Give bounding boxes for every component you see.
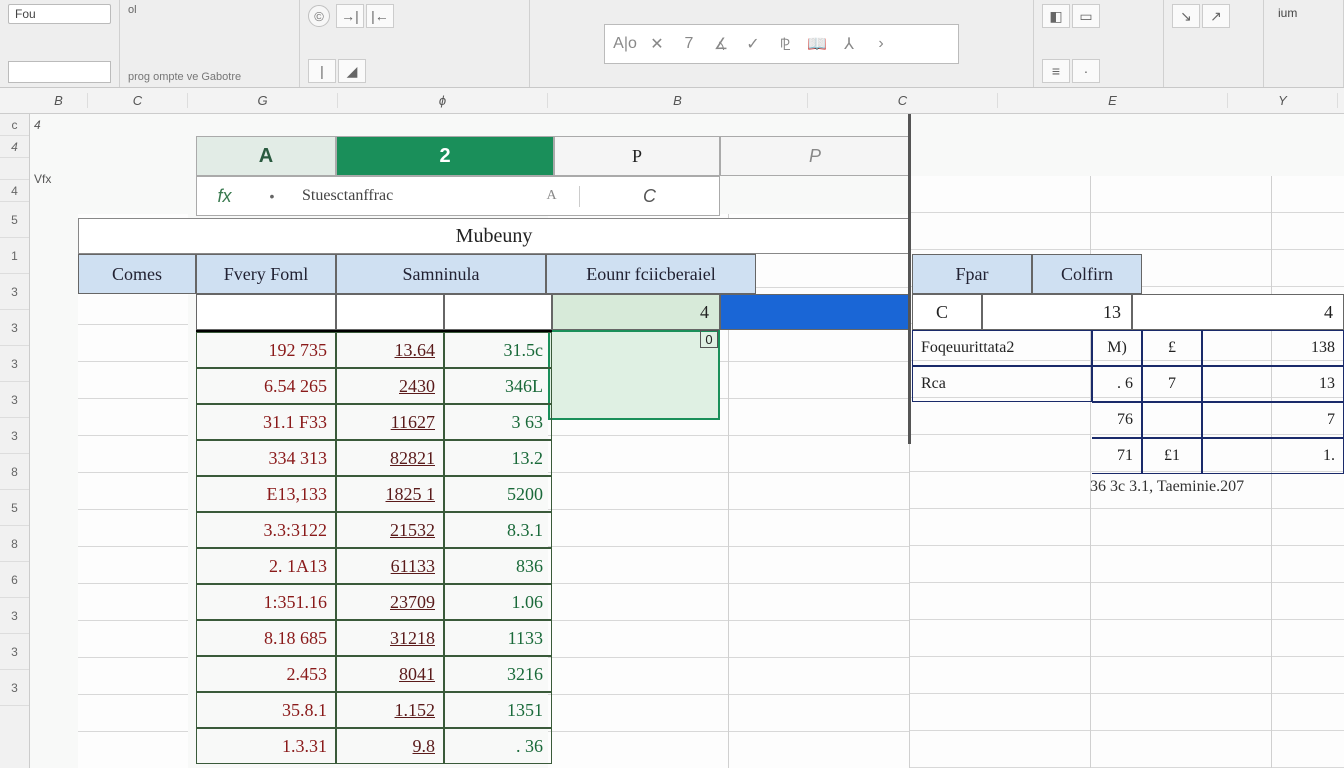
- row-selected-right[interactable]: C 13 4: [912, 294, 1344, 330]
- book-icon[interactable]: 📖: [807, 34, 827, 54]
- lambda-icon[interactable]: ⅄: [839, 34, 859, 54]
- ribbon-tab[interactable]: Fou: [8, 4, 111, 24]
- seven-icon[interactable]: 7: [679, 34, 699, 54]
- arrow-icon[interactable]: ›: [871, 34, 891, 54]
- row-headers[interactable]: c 4 4 5 1 3 3 3 3 3 8 5 8 6 3 3 3: [0, 114, 30, 768]
- para-icon[interactable]: ⅊: [775, 34, 795, 54]
- clear-icon[interactable]: ✕: [647, 34, 667, 54]
- merged-title: Mubeuny: [78, 218, 910, 254]
- side-table[interactable]: Foqeuurittata2 M) £ 138 Rca . 6 7 13 76 …: [912, 330, 1344, 474]
- workspace: c 4 4 5 1 3 3 3 3 3 8 5 8 6 3 3 3 4 Vfx …: [0, 114, 1344, 768]
- ribbon-toolbox: A|o ✕ 7 ∡ ✓ ⅊ 📖 ⅄ ›: [604, 24, 959, 64]
- angle-icon[interactable]: ∡: [711, 34, 731, 54]
- ribbon-caption: prog ompte ve Gabotre: [128, 71, 291, 83]
- table-header-left: Comes Fvery Foml Samninula Eounr fciicbe…: [78, 254, 756, 294]
- grid-area-left[interactable]: [78, 214, 188, 768]
- ribbon-blank-input[interactable]: [8, 61, 111, 83]
- row-selected[interactable]: 4: [196, 294, 910, 330]
- sum-button[interactable]: ium: [1272, 4, 1335, 22]
- ribbon: Fou ol prog ompte ve Gabotre © →||← |◢ A…: [0, 0, 1344, 88]
- arrow-buttons[interactable]: ↘↗: [1172, 4, 1255, 28]
- misc-buttons-1[interactable]: ◧▭: [1042, 4, 1155, 28]
- check-icon[interactable]: ✓: [743, 34, 763, 54]
- mini-label-vfx: Vfx: [34, 172, 51, 186]
- formula-text[interactable]: Stuesctanffrac: [292, 187, 524, 205]
- column-headers[interactable]: B C G ϕ B C E Y: [0, 88, 1344, 114]
- side-note: 36 3c 3.1, Taeminie.207: [1090, 478, 1244, 496]
- column-header-p[interactable]: P: [554, 136, 720, 176]
- misc-buttons-2[interactable]: ≡·: [1042, 59, 1155, 83]
- active-column-header[interactable]: A 2: [196, 136, 554, 176]
- mini-label-1: 4: [34, 118, 41, 132]
- table-header-right: Fpar Colfirn: [912, 254, 1142, 294]
- range-highlight[interactable]: [548, 330, 720, 420]
- fx-icon[interactable]: fx: [197, 186, 252, 207]
- ribbon-ol-label: ol: [128, 4, 291, 16]
- indent-buttons[interactable]: |◢: [308, 59, 521, 84]
- cell-zero: 0: [700, 330, 718, 348]
- currency-icon[interactable]: ©: [308, 5, 330, 27]
- align-buttons[interactable]: →||←: [336, 4, 396, 28]
- sort-icon[interactable]: A|o: [615, 34, 635, 54]
- formula-bar[interactable]: fx • Stuesctanffrac A C: [196, 176, 720, 216]
- column-header-p2[interactable]: P: [720, 136, 910, 176]
- pane-divider[interactable]: [908, 114, 911, 444]
- data-table[interactable]: 192 73513.6431.5c 6.54 2652430346L 31.1 …: [196, 330, 552, 764]
